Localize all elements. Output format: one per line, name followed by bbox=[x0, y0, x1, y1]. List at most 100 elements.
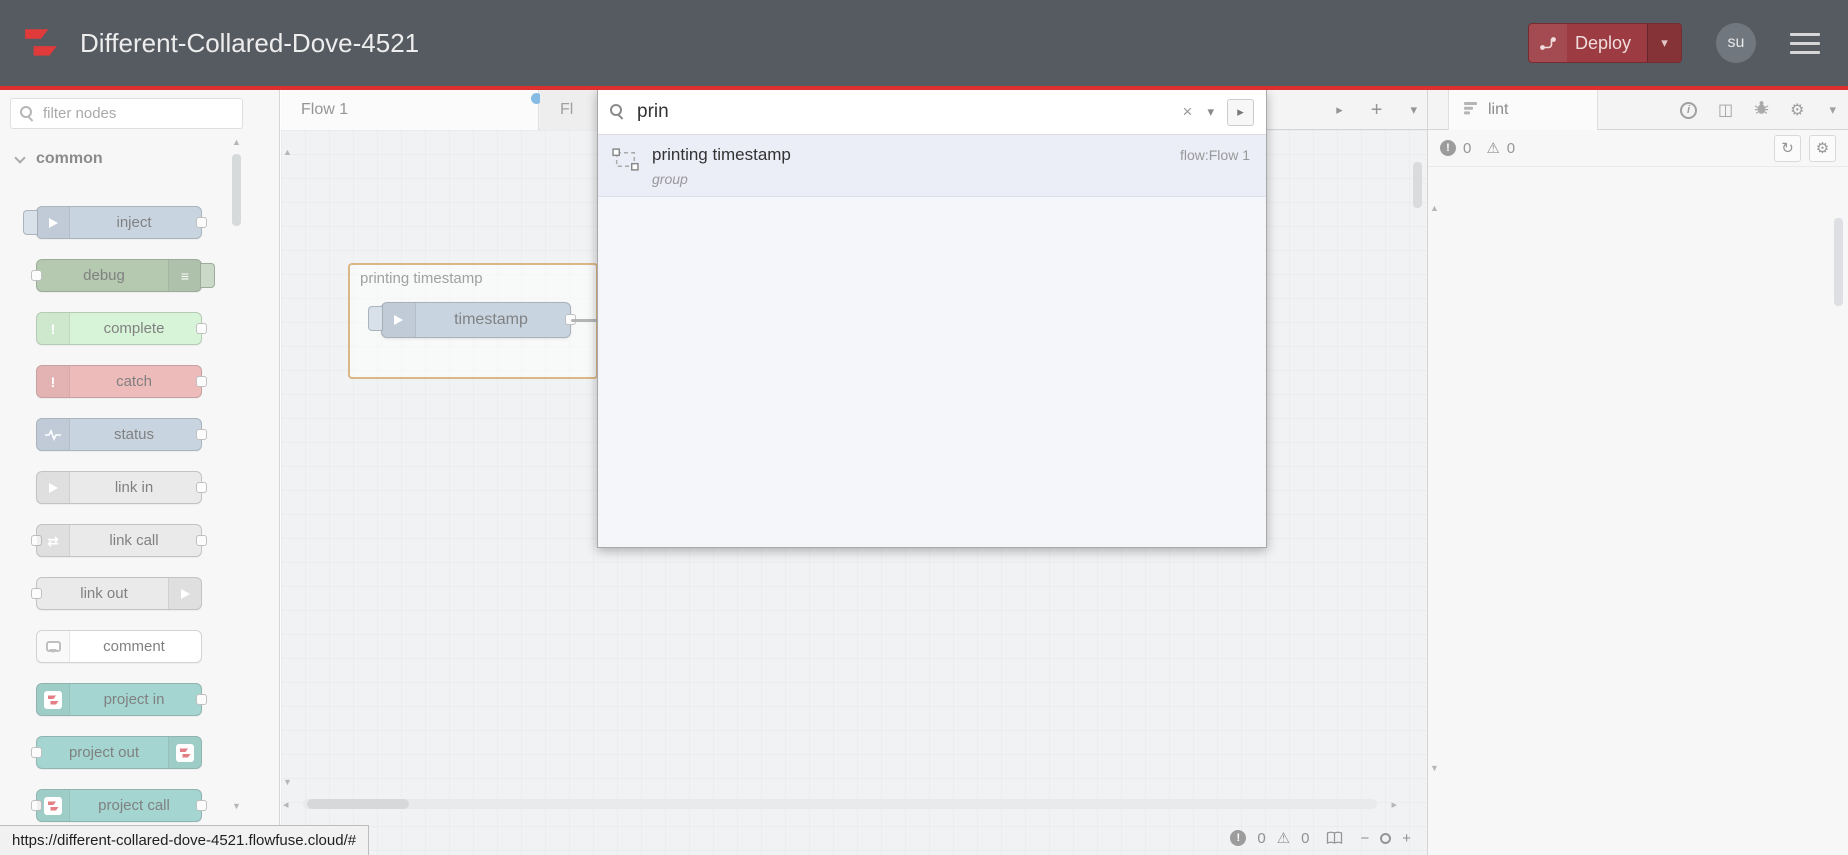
search-result-item[interactable]: printing timestamp flow:Flow 1 group bbox=[598, 135, 1266, 197]
palette-node-project-out[interactable]: project out bbox=[31, 736, 202, 769]
refresh-button[interactable]: ↻ bbox=[1774, 134, 1801, 162]
tab-lint[interactable]: lint bbox=[1448, 90, 1598, 130]
info-icon[interactable]: i bbox=[1680, 101, 1697, 119]
node-label: project in bbox=[103, 691, 165, 708]
sidebar-actions: i ◫ ⚙ ▾ bbox=[1680, 90, 1836, 130]
flow-list-caret-icon[interactable]: ▾ bbox=[1410, 102, 1417, 118]
scroll-left-icon[interactable]: ◂ bbox=[283, 798, 289, 811]
palette-node-inject[interactable]: inject bbox=[23, 206, 207, 239]
avatar-initials: su bbox=[1727, 34, 1745, 51]
palette-node-catch[interactable]: ! catch bbox=[36, 365, 207, 398]
palette-node-link-call[interactable]: ⇄ link call bbox=[31, 524, 207, 557]
palette-node-comment[interactable]: comment bbox=[36, 630, 202, 663]
node-label: catch bbox=[116, 373, 152, 390]
debug-bug-icon[interactable] bbox=[1754, 100, 1769, 120]
inject-trigger-button[interactable] bbox=[368, 306, 383, 331]
palette-node-debug[interactable]: debug ≡ bbox=[31, 259, 215, 292]
flowfuse-logo-icon[interactable] bbox=[22, 24, 60, 62]
output-port bbox=[196, 694, 207, 705]
sidebar-menu-caret-icon[interactable]: ▾ bbox=[1829, 102, 1836, 118]
inject-trigger-button[interactable] bbox=[23, 210, 38, 235]
search-expand-button[interactable]: ▸ bbox=[1227, 98, 1254, 126]
zoom-out-button[interactable]: − bbox=[1360, 830, 1369, 847]
zoom-reset-button[interactable] bbox=[1380, 832, 1392, 844]
palette-node-status[interactable]: status bbox=[36, 418, 207, 451]
lint-toolbar-buttons: ↻ ⚙ bbox=[1774, 134, 1836, 162]
warning-icon[interactable]: ⚠ bbox=[1277, 829, 1290, 847]
palette-node-complete[interactable]: ! complete bbox=[36, 312, 207, 345]
clear-search-icon[interactable]: × bbox=[1183, 102, 1193, 122]
output-port bbox=[196, 376, 207, 387]
deploy-pipeline-icon bbox=[1528, 24, 1567, 62]
error-count-icon[interactable]: ! bbox=[1230, 830, 1247, 846]
search-icon bbox=[610, 104, 626, 120]
node-label: link call bbox=[109, 532, 159, 549]
warning-icon: ⚠ bbox=[1486, 140, 1500, 157]
sidebar-scroll-thumb[interactable] bbox=[1834, 218, 1843, 306]
search-input-row: × ▾ ▸ bbox=[598, 90, 1266, 135]
tab-label: Flow 1 bbox=[301, 101, 349, 118]
search-options-caret-icon[interactable]: ▾ bbox=[1207, 104, 1214, 120]
scroll-right-icon[interactable]: ▸ bbox=[1391, 798, 1397, 811]
node-label: status bbox=[113, 426, 155, 443]
canvas-scroll-down-icon[interactable]: ▼ bbox=[281, 778, 294, 787]
scroll-down-icon[interactable]: ▼ bbox=[230, 802, 243, 811]
output-port bbox=[196, 535, 207, 546]
group-icon bbox=[612, 148, 639, 187]
add-flow-button[interactable]: + bbox=[1371, 99, 1383, 122]
hscroll-track[interactable] bbox=[303, 799, 1377, 809]
settings-gear-icon[interactable]: ⚙ bbox=[1790, 100, 1804, 120]
browser-status-url: https://different-collared-dove-4521.flo… bbox=[0, 825, 370, 855]
palette: common inject debug ≡ ! complete ! bbox=[0, 90, 280, 855]
tab-scroll-right-icon[interactable]: ▸ bbox=[1336, 102, 1343, 118]
palette-node-link-out[interactable]: link out bbox=[31, 577, 202, 610]
docs-book-icon[interactable]: ◫ bbox=[1718, 100, 1733, 120]
sidebar-scroll-up-icon[interactable]: ▲ bbox=[1428, 204, 1441, 213]
chevron-down-icon bbox=[14, 151, 26, 164]
search-panel: × ▾ ▸ printing timestamp flow:Flow 1 gro… bbox=[597, 90, 1267, 548]
palette-node-link-in[interactable]: link in bbox=[36, 471, 207, 504]
palette-node-project-call[interactable]: project call bbox=[31, 789, 207, 822]
user-avatar[interactable]: su bbox=[1716, 23, 1756, 63]
tab-flow-1[interactable]: Flow 1 bbox=[281, 90, 539, 130]
palette-scrollbar[interactable]: ▲ ▼ bbox=[230, 138, 243, 811]
result-flow-ref: flow:Flow 1 bbox=[1179, 147, 1250, 163]
output-port bbox=[196, 429, 207, 440]
wire bbox=[571, 319, 598, 322]
canvas-hscrollbar[interactable]: ◂ ▸ bbox=[283, 796, 1397, 812]
canvas-vscroll-thumb[interactable] bbox=[1413, 162, 1422, 208]
navigator-icon[interactable] bbox=[1326, 831, 1343, 845]
result-title: printing timestamp bbox=[652, 145, 791, 164]
search-icon bbox=[20, 106, 35, 121]
result-main: printing timestamp flow:Flow 1 group bbox=[652, 145, 1250, 187]
debug-toggle-button[interactable] bbox=[200, 263, 215, 288]
deploy-button[interactable]: Deploy ▾ bbox=[1527, 23, 1682, 63]
node-label: project call bbox=[98, 797, 170, 814]
lint-settings-button[interactable]: ⚙ bbox=[1809, 134, 1836, 162]
canvas-footer: ! 0 ⚠ 0 − + bbox=[1230, 829, 1411, 847]
palette-node-project-in[interactable]: project in bbox=[36, 683, 207, 716]
hscroll-thumb[interactable] bbox=[307, 799, 409, 809]
instance-title: Different-Collared-Dove-4521 bbox=[80, 27, 420, 58]
canvas-error-count: 0 bbox=[1257, 829, 1266, 847]
node-label: timestamp bbox=[454, 311, 528, 328]
palette-filter[interactable] bbox=[10, 98, 243, 129]
zoom-in-button[interactable]: + bbox=[1402, 830, 1411, 847]
inject-node-timestamp[interactable]: timestamp bbox=[368, 302, 576, 338]
canvas-scroll-up-icon[interactable]: ▲ bbox=[281, 148, 294, 157]
output-port bbox=[196, 217, 207, 228]
deploy-options-caret[interactable]: ▾ bbox=[1647, 24, 1681, 62]
lint-error-count: 0 bbox=[1463, 139, 1472, 157]
palette-category-common[interactable]: common bbox=[14, 150, 103, 168]
filter-nodes-input[interactable] bbox=[43, 105, 242, 122]
lint-tab-icon bbox=[1463, 101, 1478, 120]
sidebar-scroll-down-icon[interactable]: ▼ bbox=[1428, 764, 1441, 773]
header: Different-Collared-Dove-4521 Deploy ▾ su bbox=[0, 0, 1848, 86]
node-label: inject bbox=[116, 214, 152, 231]
scroll-up-icon[interactable]: ▲ bbox=[230, 138, 243, 147]
palette-scroll-thumb[interactable] bbox=[232, 154, 241, 226]
main-menu-icon[interactable] bbox=[1790, 32, 1820, 54]
lint-warning-count: 0 bbox=[1506, 139, 1516, 157]
search-input[interactable] bbox=[637, 101, 1183, 123]
tabbar-actions: ▸ + ▾ bbox=[1336, 90, 1417, 130]
